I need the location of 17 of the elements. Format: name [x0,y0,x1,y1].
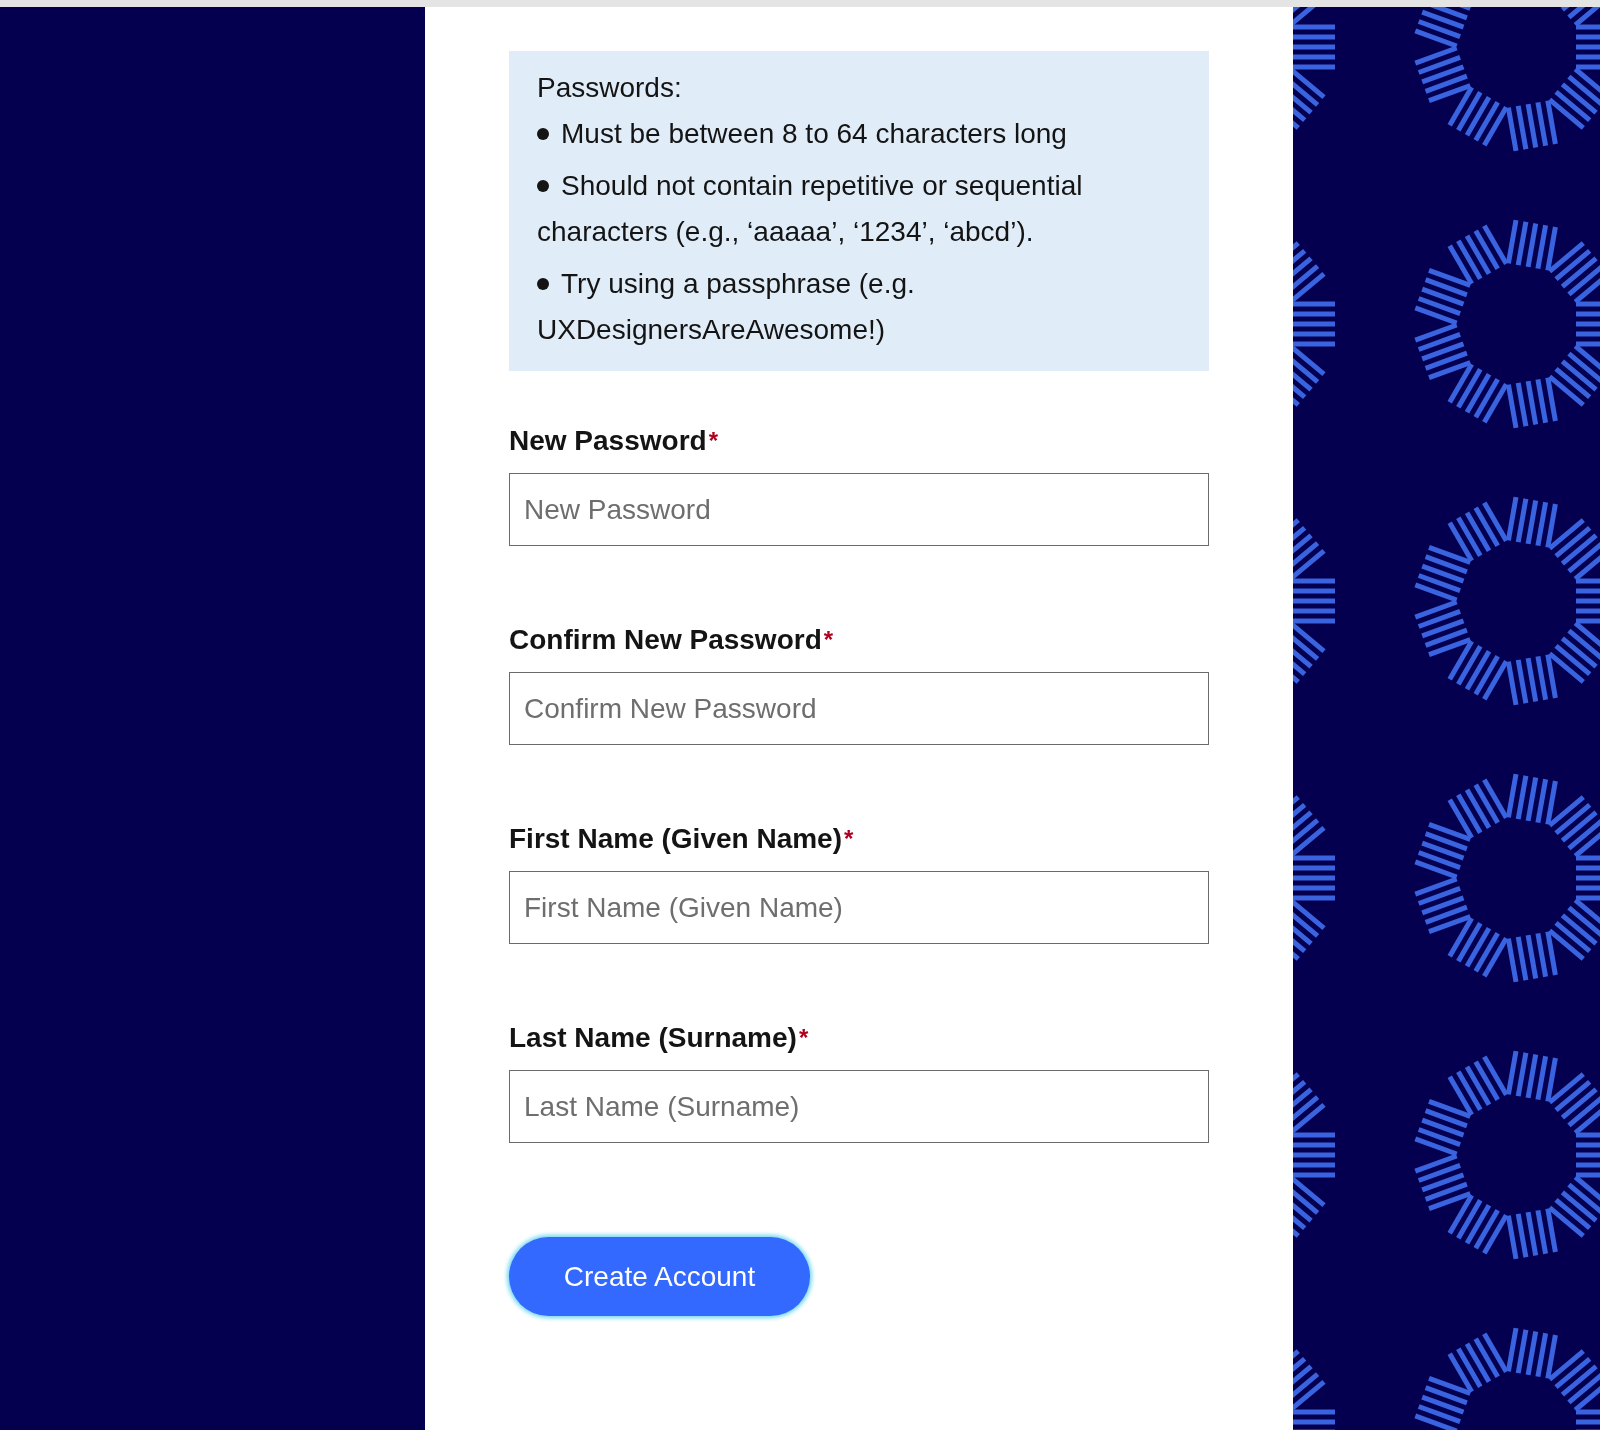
field-label: Confirm New Password [509,624,822,655]
field-label: New Password [509,425,707,456]
create-account-button[interactable]: Create Account [509,1237,810,1316]
requirement-text: Should not contain repetitive or sequential characters (e.g., ‘aaaaa’, ‘1234’, ‘abcd’). [537,163,1181,255]
requirement-text: Try using a passphrase (e.g. UXDesignersAreAwesome!) [537,261,1181,353]
input-field[interactable]: New Password [509,473,1209,546]
required-mark: * [798,1024,809,1051]
field-label: Last Name (Surname) [509,1022,797,1053]
required-mark: * [844,825,854,852]
required-mark: * [823,626,834,653]
required-mark: * [708,427,718,454]
input-field[interactable]: Last Name (Surname) [509,1070,1209,1143]
info-title: Passwords: [537,71,683,105]
field-label: First Name (Given Name) [509,823,842,854]
requirement-text: Must be between 8 to 64 characters long [537,111,1181,157]
input-field[interactable]: First Name (Given Name) [509,871,1209,944]
input-field[interactable]: Confirm New Password [509,672,1209,745]
